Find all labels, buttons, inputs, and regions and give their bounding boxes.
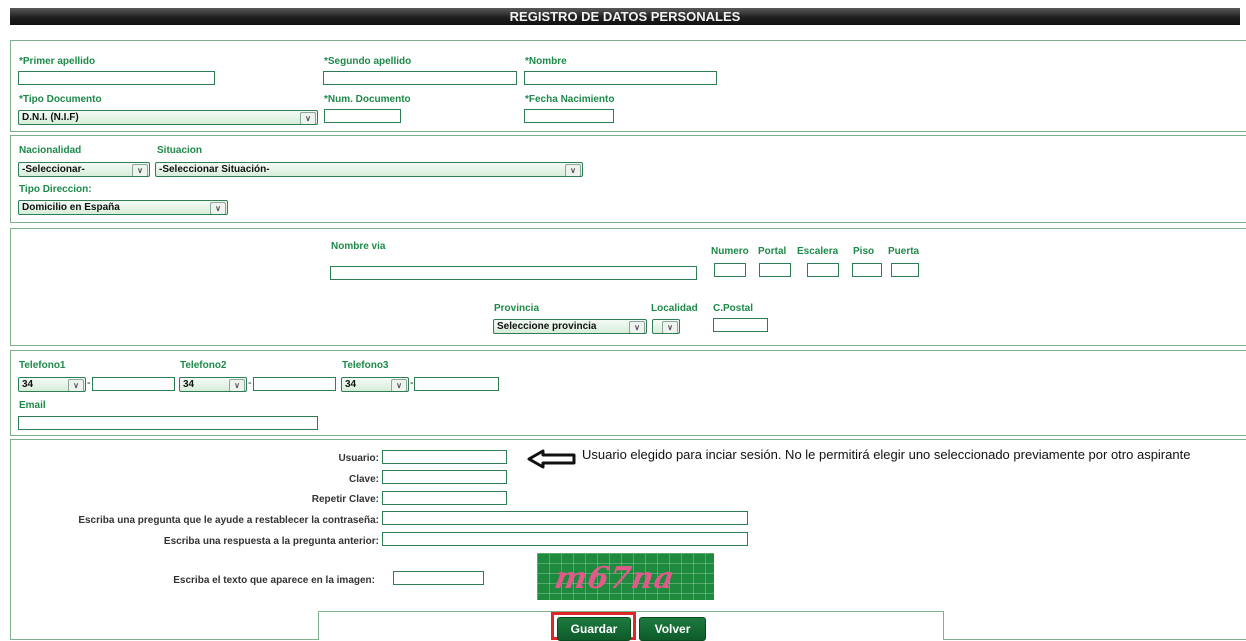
usuario-input[interactable] <box>382 450 507 464</box>
situacion-value: -Seleccionar Situación- <box>159 164 270 175</box>
captcha-image: m67na <box>537 553 714 600</box>
telefono3-prefix-select[interactable]: 34 ∨ <box>341 377 409 392</box>
repetir-clave-label: Repetir Clave: <box>311 494 379 505</box>
pregunta-label: Escriba una pregunta que le ayude a rest… <box>78 515 379 526</box>
provincia-select[interactable]: Seleccione provincia ∨ <box>493 319 647 334</box>
chevron-down-icon: ∨ <box>68 379 84 391</box>
email-input[interactable] <box>18 416 318 430</box>
chevron-down-icon: ∨ <box>229 379 245 391</box>
tipo-documento-label: *Tipo Documento <box>19 94 102 105</box>
email-label: Email <box>19 400 46 411</box>
segundo-apellido-input[interactable] <box>323 71 517 85</box>
numero-label: Numero <box>711 246 749 257</box>
piso-label: Piso <box>853 246 875 257</box>
pregunta-input[interactable] <box>382 511 748 525</box>
escalera-input[interactable] <box>807 263 839 277</box>
volver-button[interactable]: Volver <box>639 617 706 641</box>
telefono1-prefix-select[interactable]: 34 ∨ <box>18 377 86 392</box>
tipo-direccion-value: Domicilio en España <box>22 202 120 213</box>
chevron-down-icon: ∨ <box>565 164 581 176</box>
cpostal-label: C.Postal <box>713 303 754 314</box>
puerta-label: Puerta <box>888 246 920 257</box>
telefono1-input[interactable] <box>92 377 175 391</box>
nombre-input[interactable] <box>524 71 717 85</box>
segundo-apellido-label: *Segundo apellido <box>324 56 412 67</box>
localidad-label: Localidad <box>651 303 698 314</box>
usuario-label: Usuario: <box>338 453 379 464</box>
respuesta-label: Escriba una respuesta a la pregunta ante… <box>163 536 379 547</box>
telefono2-dash: - <box>248 377 252 389</box>
respuesta-input[interactable] <box>382 532 748 546</box>
repetir-clave-input[interactable] <box>382 491 507 505</box>
numero-input[interactable] <box>714 263 746 277</box>
chevron-down-icon: ∨ <box>629 321 645 333</box>
nacionalidad-value: -Seleccionar- <box>22 164 85 175</box>
chevron-down-icon: ∨ <box>210 202 226 214</box>
telefono1-dash: - <box>87 377 91 389</box>
telefono2-label: Telefono2 <box>180 360 227 371</box>
portal-input[interactable] <box>759 263 791 277</box>
nacionalidad-select[interactable]: -Seleccionar- ∨ <box>18 162 150 177</box>
escalera-label: Escalera <box>797 246 839 257</box>
piso-input[interactable] <box>852 263 882 277</box>
provincia-label: Provincia <box>494 303 540 314</box>
situacion-label: Situacion <box>157 145 203 156</box>
captcha-input[interactable] <box>393 571 484 585</box>
usuario-help-note: Usuario elegido para inciar sesión. No l… <box>582 447 1191 462</box>
tipo-direccion-label: Tipo Direccion: <box>19 184 92 195</box>
telefono3-prefix-value: 34 <box>345 379 357 390</box>
telefono3-label: Telefono3 <box>342 360 389 371</box>
telefono3-input[interactable] <box>414 377 499 391</box>
tipo-documento-value: D.N.I. (N.I.F) <box>22 112 79 123</box>
nombre-via-label: Nombre via <box>331 241 386 252</box>
primer-apellido-label: *Primer apellido <box>19 56 96 67</box>
telefono1-label: Telefono1 <box>19 360 66 371</box>
nacionalidad-label: Nacionalidad <box>19 145 82 156</box>
telefono1-prefix-value: 34 <box>22 379 34 390</box>
cpostal-input[interactable] <box>713 318 768 332</box>
telefono2-input[interactable] <box>253 377 336 391</box>
arrow-left-icon <box>527 449 576 469</box>
chevron-down-icon: ∨ <box>300 112 316 124</box>
captcha-label: Escriba el texto que aparece en la image… <box>173 575 375 586</box>
situacion-select[interactable]: -Seleccionar Situación- ∨ <box>155 162 583 177</box>
num-documento-input[interactable] <box>324 109 401 123</box>
tipo-documento-select[interactable]: D.N.I. (N.I.F) ∨ <box>18 110 318 125</box>
chevron-down-icon: ∨ <box>391 379 407 391</box>
guardar-button[interactable]: Guardar <box>557 617 631 641</box>
puerta-input[interactable] <box>891 263 919 277</box>
num-documento-label: *Num. Documento <box>324 94 411 105</box>
fecha-nacimiento-input[interactable] <box>524 109 614 123</box>
clave-input[interactable] <box>382 470 507 484</box>
provincia-value: Seleccione provincia <box>497 321 597 332</box>
telefono2-prefix-select[interactable]: 34 ∨ <box>179 377 247 392</box>
telefono2-prefix-value: 34 <box>183 379 195 390</box>
localidad-select[interactable]: ∨ <box>652 319 680 334</box>
tipo-direccion-select[interactable]: Domicilio en España ∨ <box>18 200 228 215</box>
chevron-down-icon: ∨ <box>132 164 148 176</box>
fecha-nacimiento-label: *Fecha Nacimiento <box>525 94 615 105</box>
nombre-label: *Nombre <box>525 56 567 67</box>
page-title: REGISTRO DE DATOS PERSONALES <box>10 8 1240 25</box>
clave-label: Clave: <box>348 474 379 485</box>
nombre-via-input[interactable] <box>330 266 697 280</box>
chevron-down-icon: ∨ <box>662 321 678 333</box>
captcha-text: m67na <box>551 561 678 596</box>
portal-label: Portal <box>758 246 787 257</box>
primer-apellido-input[interactable] <box>18 71 215 85</box>
